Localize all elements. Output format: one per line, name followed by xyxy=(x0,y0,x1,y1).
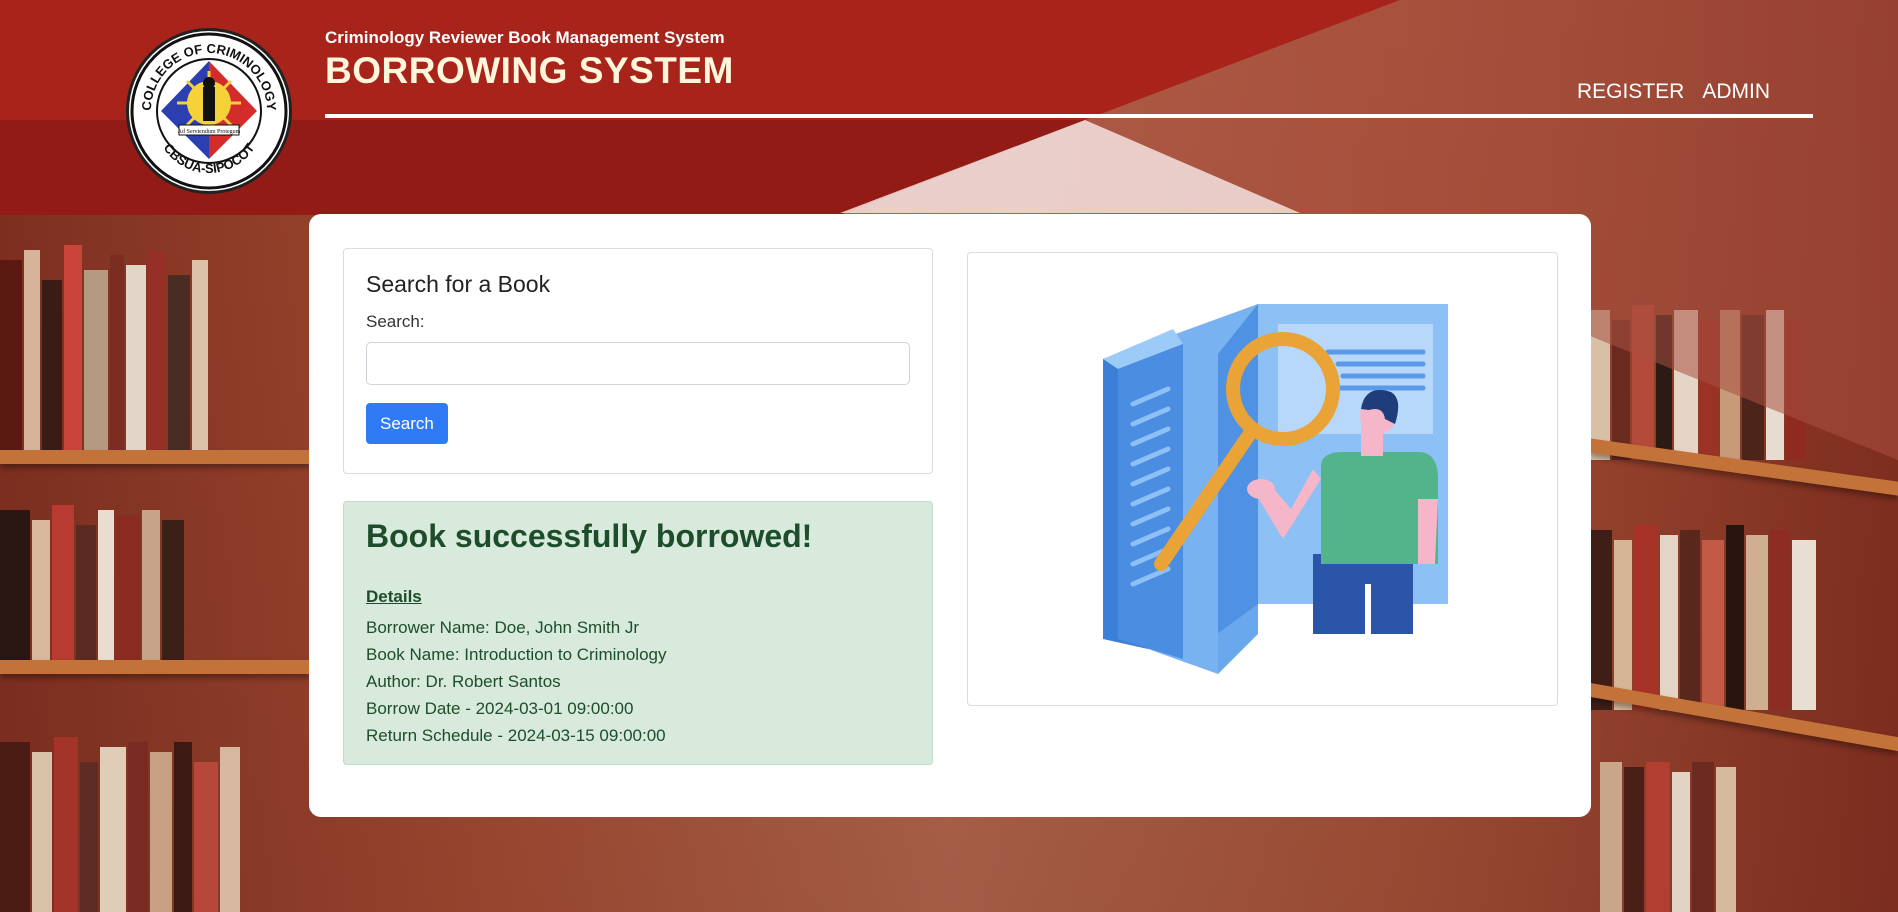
main-card: Search for a Book Search: Search Book su… xyxy=(309,214,1591,817)
college-seal-logo: COLLEGE OF CRIMINOLOGY CBSUA-SIPOCOT Ad … xyxy=(126,28,292,194)
left-shelf-plank-2 xyxy=(0,660,310,674)
header-divider xyxy=(325,114,1813,118)
nav-admin-link[interactable]: ADMIN xyxy=(1702,80,1770,104)
search-panel: Search for a Book Search: Search xyxy=(343,248,933,474)
search-button[interactable]: Search xyxy=(366,403,448,444)
system-subtitle: Criminology Reviewer Book Management Sys… xyxy=(325,28,725,47)
search-input[interactable] xyxy=(366,342,910,385)
detail-borrower-name: Borrower Name: Doe, John Smith Jr xyxy=(366,618,640,637)
page-title: BORROWING SYSTEM xyxy=(325,50,734,91)
success-heading: Book successfully borrowed! xyxy=(366,518,813,554)
right-shelf-books-3 xyxy=(1600,760,1898,912)
left-shelf-books-2 xyxy=(0,500,300,660)
college-seal-icon: COLLEGE OF CRIMINOLOGY CBSUA-SIPOCOT Ad … xyxy=(130,32,288,190)
borrow-success-alert: Book successfully borrowed! Details Borr… xyxy=(343,501,933,765)
left-shelf-books-1 xyxy=(0,240,300,450)
right-shelf-books-2 xyxy=(1590,520,1898,710)
left-shelf-plank-1 xyxy=(0,450,310,464)
detail-author: Author: Dr. Robert Santos xyxy=(366,672,561,691)
detail-borrow-date: Borrow Date - 2024-03-01 09:00:00 xyxy=(366,699,634,718)
search-label: Search: xyxy=(366,312,425,331)
nav-register-link[interactable]: REGISTER xyxy=(1577,80,1684,104)
details-title: Details xyxy=(366,587,422,606)
detail-return-schedule: Return Schedule - 2024-03-15 09:00:00 xyxy=(366,726,666,745)
illustration-panel xyxy=(967,252,1558,706)
svg-text:Ad Serviendum Protegum: Ad Serviendum Protegum xyxy=(178,129,241,135)
search-heading: Search for a Book xyxy=(366,271,551,297)
top-nav: REGISTER ADMIN xyxy=(1577,80,1770,104)
book-search-illustration xyxy=(1102,304,1448,674)
detail-book-name: Book Name: Introduction to Criminology xyxy=(366,645,667,664)
